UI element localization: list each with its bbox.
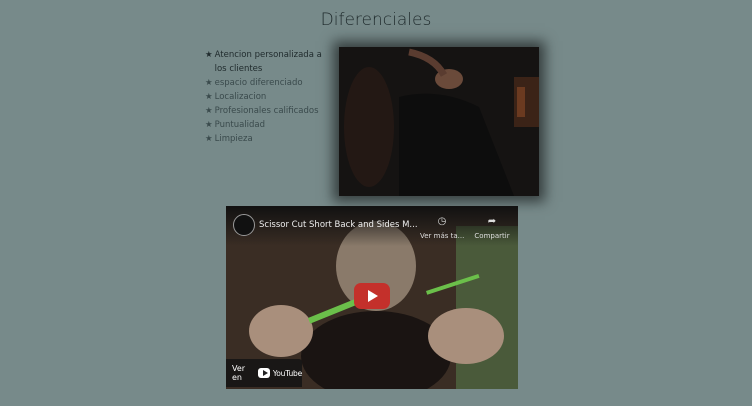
feature-item: ★ Profesionales calificados bbox=[205, 104, 325, 118]
section-title: Diferenciales bbox=[320, 10, 432, 30]
watch-later-button[interactable]: ◷ Ver más ta... bbox=[420, 216, 464, 241]
star-icon: ★ bbox=[205, 106, 213, 116]
share-label: Compartir bbox=[474, 232, 510, 240]
feature-text: Atencion personalizada a los clientes bbox=[214, 50, 322, 74]
watch-on-label: Ver en bbox=[232, 364, 246, 382]
feature-text: espacio diferenciado bbox=[214, 78, 303, 88]
feature-item: ★ espacio diferenciado bbox=[205, 76, 325, 90]
share-button[interactable]: ➦ Compartir bbox=[470, 216, 514, 241]
barber-shaving-illustration bbox=[339, 47, 539, 196]
video-title[interactable]: Scissor Cut Short Back and Sides M... bbox=[259, 220, 419, 230]
feature-item: ★ Localizacion bbox=[205, 90, 325, 104]
feature-item: ★ Puntualidad bbox=[205, 118, 325, 132]
watch-later-label: Ver más ta... bbox=[420, 232, 464, 240]
feature-text: Localizacion bbox=[214, 92, 267, 102]
star-icon: ★ bbox=[205, 50, 213, 60]
feature-text: Puntualidad bbox=[214, 120, 266, 130]
feature-text: Limpieza bbox=[214, 134, 253, 144]
star-icon: ★ bbox=[205, 134, 213, 144]
star-icon: ★ bbox=[205, 120, 213, 130]
features-list: ★ Atencion personalizada a los clientes … bbox=[205, 48, 325, 146]
barbershop-photo bbox=[339, 47, 539, 196]
channel-avatar[interactable] bbox=[233, 214, 255, 236]
star-icon: ★ bbox=[205, 78, 213, 88]
feature-item: ★ Limpieza bbox=[205, 132, 325, 146]
youtube-wordmark: YouTube bbox=[272, 368, 302, 378]
play-button[interactable] bbox=[354, 283, 390, 309]
youtube-embed[interactable]: Scissor Cut Short Back and Sides M... ◷ … bbox=[226, 206, 518, 389]
play-icon bbox=[368, 290, 378, 302]
clock-icon: ◷ bbox=[437, 216, 447, 227]
feature-item: ★ Atencion personalizada a los clientes bbox=[205, 48, 325, 76]
feature-text: Profesionales calificados bbox=[214, 106, 319, 116]
watch-on-youtube-button[interactable]: Ver en YouTube bbox=[226, 359, 302, 387]
share-icon: ➦ bbox=[487, 216, 497, 227]
youtube-logo-icon bbox=[257, 368, 270, 378]
star-icon: ★ bbox=[205, 92, 213, 102]
